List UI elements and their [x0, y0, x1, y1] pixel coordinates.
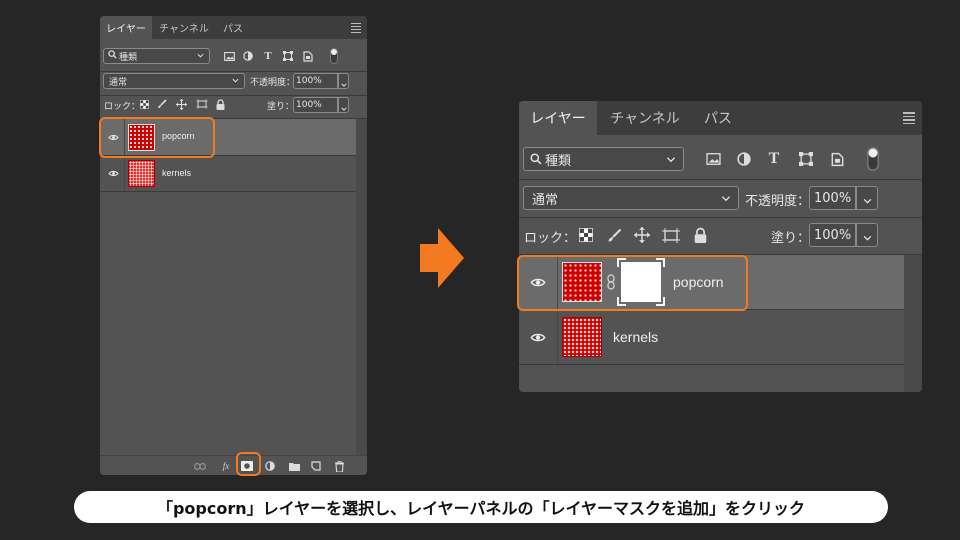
- panel-tabs: レイヤー チャンネル パス: [100, 16, 367, 39]
- tab-paths[interactable]: パス: [216, 16, 250, 39]
- panel-footer: fx: [100, 455, 367, 475]
- shape-filter-icon[interactable]: [281, 48, 295, 64]
- blend-mode-select[interactable]: 通常: [523, 186, 739, 210]
- lock-all-icon[interactable]: [691, 225, 709, 245]
- fill-dropdown-button[interactable]: [338, 97, 349, 113]
- blend-mode-value: 通常: [109, 77, 128, 88]
- filter-toggle-icon[interactable]: [865, 146, 881, 172]
- highlight-selected-layer: [517, 255, 748, 311]
- fill-label: 塗り：: [771, 231, 811, 246]
- filter-kind-label: 種類: [119, 52, 138, 63]
- blend-mode-value: 通常: [532, 192, 559, 208]
- opacity-input[interactable]: 100%: [809, 186, 856, 210]
- chevron-down-icon: [340, 72, 347, 91]
- type-filter-icon[interactable]: T: [261, 48, 275, 64]
- chevron-down-icon: [232, 76, 239, 86]
- fx-icon[interactable]: fx: [218, 459, 234, 473]
- fill-input[interactable]: 100%: [293, 97, 338, 113]
- layer-name: kernels: [162, 168, 192, 178]
- new-layer-icon[interactable]: [309, 459, 323, 473]
- scrollbar-track[interactable]: [356, 119, 367, 457]
- chevron-down-icon: [863, 226, 872, 245]
- layers-panel-before: レイヤー チャンネル パス 種類 T 通常 不透明度： 100% ロック： 塗り…: [100, 16, 367, 475]
- lock-position-icon[interactable]: [175, 97, 187, 111]
- image-filter-icon[interactable]: [703, 149, 723, 169]
- lock-transparent-pixels-icon[interactable]: [138, 97, 150, 111]
- tab-channels[interactable]: チャンネル: [597, 101, 693, 135]
- tab-channels[interactable]: チャンネル: [152, 16, 216, 39]
- scrollbar-track[interactable]: [904, 255, 922, 392]
- chevron-down-icon: [666, 152, 676, 167]
- layer-name: kernels: [613, 329, 659, 345]
- panel-menu-icon[interactable]: [903, 112, 915, 124]
- tab-paths[interactable]: パス: [693, 101, 743, 135]
- fill-dropdown-button[interactable]: [856, 223, 878, 247]
- tab-layers[interactable]: レイヤー: [519, 101, 597, 135]
- fill-value: 100%: [296, 100, 322, 110]
- filter-toggle-icon[interactable]: [328, 46, 340, 66]
- opacity-label: 不透明度：: [745, 194, 811, 209]
- layer-thumbnail: [562, 317, 602, 357]
- eye-visibility-icon[interactable]: [519, 310, 557, 364]
- trash-icon[interactable]: [332, 459, 346, 473]
- smart-object-filter-icon[interactable]: [827, 149, 847, 169]
- instruction-caption: 「popcorn」レイヤーを選択し、レイヤーパネルの「レイヤーマスクを追加」をク…: [74, 491, 888, 523]
- opacity-dropdown-button[interactable]: [856, 186, 878, 210]
- opacity-dropdown-button[interactable]: [338, 73, 349, 89]
- new-group-icon[interactable]: [287, 459, 301, 473]
- blend-mode-select[interactable]: 通常: [103, 73, 245, 89]
- adjustment-filter-icon[interactable]: [241, 48, 255, 64]
- chevron-down-icon: [863, 189, 872, 208]
- layers-panel-after: レイヤー チャンネル パス 種類 T 通常 不透明度： 100% ロック： 塗り…: [519, 101, 922, 392]
- arrow-right-icon: [418, 226, 466, 290]
- lock-image-pixels-icon[interactable]: [605, 225, 623, 245]
- opacity-label: 不透明度：: [250, 78, 296, 88]
- panel-tabs: レイヤー チャンネル パス: [519, 101, 922, 135]
- highlight-add-mask-button: [236, 452, 261, 476]
- chevron-down-icon: [721, 191, 731, 206]
- chevron-down-icon: [197, 51, 204, 61]
- lock-image-pixels-icon[interactable]: [156, 97, 168, 111]
- adjustment-layer-icon[interactable]: [263, 459, 277, 473]
- highlight-selected-layer: [99, 117, 215, 158]
- lock-label: ロック：: [524, 231, 577, 246]
- smart-object-filter-icon[interactable]: [301, 48, 315, 64]
- shape-filter-icon[interactable]: [796, 149, 816, 169]
- tab-layers[interactable]: レイヤー: [100, 16, 152, 39]
- lock-all-icon[interactable]: [214, 97, 226, 111]
- opacity-input[interactable]: 100%: [293, 73, 338, 89]
- filter-kind-label: 種類: [545, 153, 572, 169]
- image-filter-icon[interactable]: [222, 48, 236, 64]
- lock-transparent-pixels-icon[interactable]: [577, 225, 595, 245]
- fill-input[interactable]: 100%: [809, 223, 856, 247]
- layer-filter-select[interactable]: 種類: [523, 147, 684, 171]
- layer-filter-select[interactable]: 種類: [103, 48, 210, 64]
- type-filter-icon[interactable]: T: [764, 149, 784, 169]
- lock-artboard-icon[interactable]: [195, 97, 208, 111]
- adjustment-filter-icon[interactable]: [734, 149, 754, 169]
- layer-row-kernels[interactable]: kernels: [100, 156, 356, 191]
- search-icon: [530, 153, 542, 165]
- panel-menu-icon[interactable]: [351, 22, 361, 33]
- opacity-value: 100%: [296, 76, 322, 86]
- eye-visibility-icon[interactable]: [103, 156, 123, 191]
- fill-value: 100%: [814, 227, 852, 243]
- chevron-down-icon: [340, 96, 347, 115]
- layer-thumbnail: [128, 160, 155, 187]
- lock-position-icon[interactable]: [633, 225, 651, 245]
- search-icon: [108, 50, 117, 62]
- fill-label: 塗り：: [267, 102, 295, 112]
- opacity-value: 100%: [814, 190, 852, 206]
- layer-row-kernels[interactable]: kernels: [519, 310, 904, 364]
- lock-label: ロック：: [104, 102, 141, 112]
- lock-artboard-icon[interactable]: [661, 225, 681, 245]
- link-layers-icon[interactable]: [193, 459, 207, 473]
